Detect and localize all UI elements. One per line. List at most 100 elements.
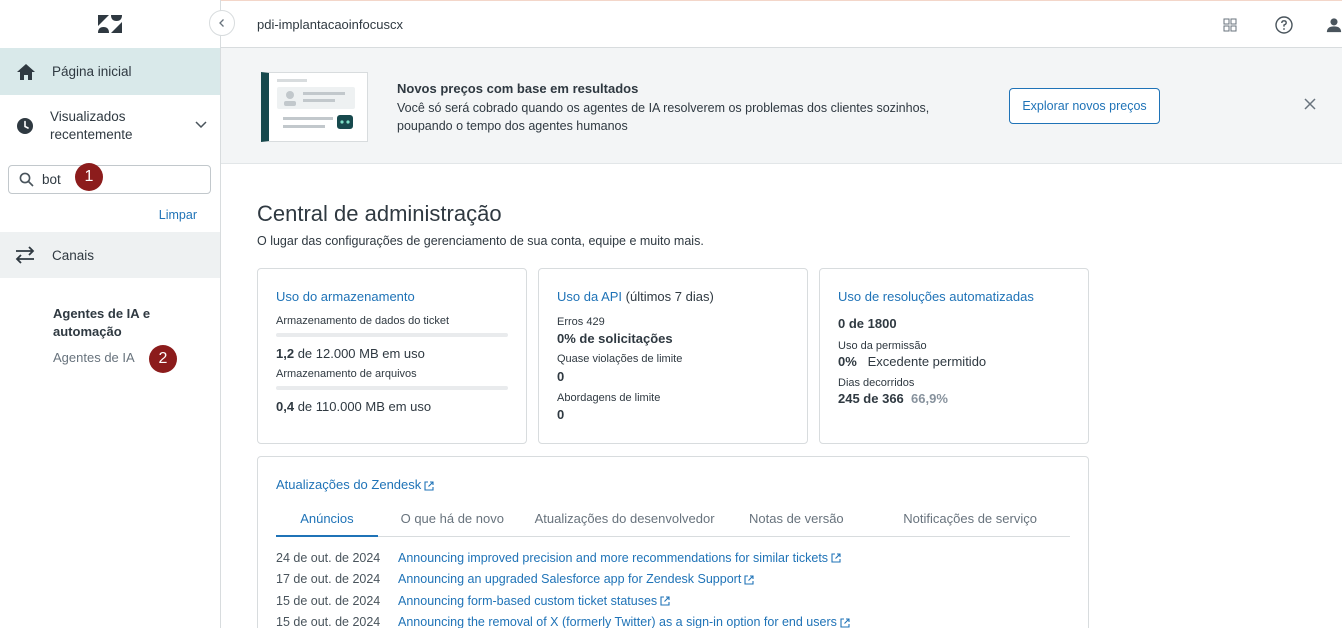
external-link-icon <box>840 618 850 628</box>
updates-tabs: Anúncios O que há de novo Atualizações d… <box>276 511 1070 537</box>
announcement-link-text: Announcing an upgraded Salesforce app fo… <box>398 572 742 587</box>
sidebar-item-recently-viewed[interactable]: Visualizados recentemente <box>0 95 220 157</box>
zendesk-logo-icon <box>98 15 122 33</box>
announcements-list: 24 de out. de 2024 Announcing improved p… <box>276 547 850 628</box>
close-icon[interactable] <box>1303 97 1317 111</box>
page-title: Central de administração <box>257 201 502 226</box>
user-menu-button[interactable] <box>1326 15 1342 35</box>
user-icon <box>1326 18 1342 33</box>
storage-usage-link[interactable]: Uso do armazenamento <box>276 289 508 304</box>
zendesk-updates-title: Atualizações do Zendesk <box>276 477 422 492</box>
announcement-date: 15 de out. de 2024 <box>276 615 381 628</box>
ticket-storage-total: de 12.000 MB em uso <box>294 346 425 361</box>
errors-429-label: Erros 429 <box>557 316 605 328</box>
list-item: 15 de out. de 2024 Announcing the remova… <box>276 612 850 628</box>
announcement-link[interactable]: Announcing form-based custom ticket stat… <box>398 594 670 608</box>
external-link-icon <box>660 596 670 607</box>
zendesk-logo[interactable] <box>0 0 220 48</box>
search-value: bot <box>42 172 61 187</box>
banner-text: Você só será cobrado quando os agentes d… <box>397 101 930 133</box>
file-storage-value: 0,4 de 110.000 MB em uso <box>276 399 508 414</box>
ticket-storage-value: 1,2 de 12.000 MB em uso <box>276 346 508 361</box>
announcement-link-text: Announcing form-based custom ticket stat… <box>398 593 658 608</box>
external-link-icon <box>744 575 754 585</box>
tab-announcements[interactable]: Anúncios <box>276 511 378 537</box>
account-name: pdi-implantacaoinfocuscx <box>257 16 403 32</box>
banner-illustration <box>261 72 368 142</box>
home-icon <box>17 63 35 80</box>
permission-usage-text: Excedente permitido <box>867 354 987 369</box>
help-icon <box>1275 16 1293 34</box>
sidebar-item-channels[interactable]: Canais <box>0 232 220 278</box>
errors-429-value: 0% de solicitações <box>557 331 673 346</box>
announcement-link[interactable]: Announcing improved precision and more r… <box>398 551 841 565</box>
announcement-link[interactable]: Announcing the removal of X (formerly Tw… <box>398 615 850 628</box>
top-icons <box>1186 1 1342 49</box>
days-elapsed-pct: 66,9% <box>911 391 948 406</box>
zendesk-updates-link[interactable]: Atualizações do Zendesk <box>276 477 434 492</box>
sidebar-link-ai-agents[interactable]: Agentes de IA <box>53 350 135 365</box>
announcement-date: 17 de out. de 2024 <box>276 572 381 587</box>
tab-service-notifications[interactable]: Notificações de serviço <box>870 511 1070 537</box>
limit-approaches-label: Abordagens de limite <box>557 392 661 404</box>
clear-search-link[interactable]: Limpar <box>159 208 197 222</box>
file-storage-used: 0,4 <box>276 399 295 414</box>
collapse-sidebar-button[interactable] <box>209 10 235 36</box>
ticket-storage-bar <box>276 333 508 337</box>
chevron-down-icon[interactable] <box>194 117 208 131</box>
sidebar: Página inicial Visualizados recentemente… <box>0 0 221 628</box>
zendesk-updates-card: Atualizações do Zendesk Anúncios O que h… <box>257 456 1089 628</box>
announcement-date: 24 de out. de 2024 <box>276 550 381 565</box>
pricing-banner: Novos preços com base em resultados Você… <box>221 48 1342 164</box>
search-input[interactable]: bot <box>8 165 211 194</box>
grid-icon <box>1223 18 1237 32</box>
permission-usage-value: 0% Excedente permitido <box>838 354 1070 369</box>
sidebar-item-home[interactable]: Página inicial <box>0 48 220 95</box>
api-usage-link[interactable]: Uso da API <box>557 289 622 304</box>
list-item: 24 de out. de 2024 Announcing improved p… <box>276 547 850 569</box>
list-item: 15 de out. de 2024 Announcing form-based… <box>276 590 850 612</box>
tab-whats-new[interactable]: O que há de novo <box>378 511 527 537</box>
days-elapsed-value: 245 de 366 66,9% <box>838 391 1070 406</box>
announcement-date: 15 de out. de 2024 <box>276 593 381 608</box>
automated-resolutions-link[interactable]: Uso de resoluções automatizadas <box>838 289 1070 304</box>
near-limit-label: Quase violações de limite <box>557 353 683 365</box>
permission-usage-pct: 0% <box>838 354 857 369</box>
ticket-storage-label: Armazenamento de dados do ticket <box>276 315 450 327</box>
explore-pricing-button[interactable]: Explorar novos preços <box>1009 88 1160 124</box>
sidebar-item-label: Canais <box>52 247 95 263</box>
chevron-left-icon <box>219 19 224 27</box>
external-link-icon <box>831 553 841 564</box>
file-storage-label: Armazenamento de arquivos <box>276 368 417 380</box>
banner-illustration-graphic <box>277 79 355 129</box>
announcement-link[interactable]: Announcing an upgraded Salesforce app fo… <box>398 572 754 586</box>
banner-title: Novos preços com base em resultados <box>397 81 639 96</box>
file-storage-bar <box>276 386 508 390</box>
api-usage-period: (últimos 7 dias) <box>622 289 714 304</box>
arrows-swap-icon <box>15 246 35 264</box>
file-storage-total: de 110.000 MB em uso <box>294 399 432 414</box>
clock-icon <box>17 118 33 134</box>
page-subtitle: O lugar das configurações de gerenciamen… <box>257 234 704 248</box>
automated-resolutions-card: Uso de resoluções automatizadas 0 de 180… <box>819 268 1089 444</box>
section-heading-ai-agents: Agentes de IA e automação <box>53 306 151 339</box>
ticket-storage-used: 1,2 <box>276 346 295 361</box>
external-link-icon <box>424 481 434 491</box>
help-button[interactable] <box>1274 15 1294 35</box>
limit-approaches-value: 0 <box>557 407 565 422</box>
api-usage-card: Uso da API (últimos 7 dias) Erros 429 0%… <box>538 268 808 444</box>
announcement-link-text: Announcing the removal of X (formerly Tw… <box>398 615 837 628</box>
tab-developer-updates[interactable]: Atualizações do desenvolvedor <box>527 511 723 537</box>
search-icon <box>19 172 34 187</box>
list-item: 17 de out. de 2024 Announcing an upgrade… <box>276 569 850 591</box>
announcement-link-text: Announcing improved precision and more r… <box>398 550 829 565</box>
permission-usage-label: Uso da permissão <box>838 340 927 352</box>
tab-release-notes[interactable]: Notas de versão <box>722 511 870 537</box>
top-bar: pdi-implantacaoinfocuscx <box>221 0 1342 48</box>
near-limit-value: 0 <box>557 369 565 384</box>
days-elapsed-label: Dias decorridos <box>838 377 915 389</box>
resolutions-count: 0 de 1800 <box>838 316 897 331</box>
step-marker-2: 2 <box>149 345 177 373</box>
step-marker-1: 1 <box>75 163 103 191</box>
product-tray-button[interactable] <box>1220 15 1240 35</box>
